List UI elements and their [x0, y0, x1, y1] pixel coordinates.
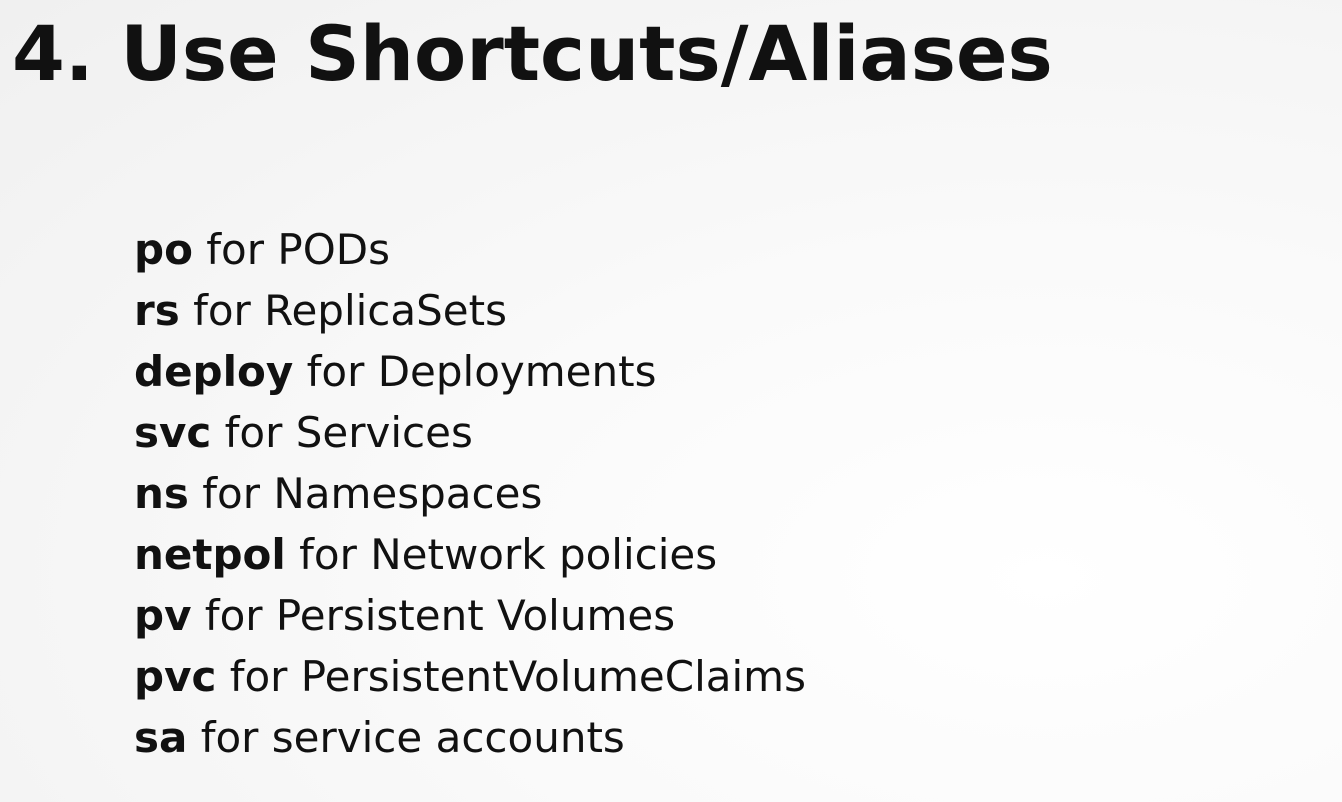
alias-description: for Namespaces [188, 469, 543, 518]
alias-item-pv: pv for Persistent Volumes [134, 585, 806, 646]
alias-short: ns [134, 469, 189, 518]
alias-description: for Network policies [285, 530, 718, 579]
alias-item-deploy: deploy for Deployments [134, 341, 806, 402]
alias-description: for PODs [192, 225, 390, 274]
alias-item-netpol: netpol for Network policies [134, 524, 806, 585]
alias-short: deploy [134, 347, 294, 396]
alias-description: for ReplicaSets [179, 286, 507, 335]
slide: 4. Use Shortcuts/Aliases po for PODs rs … [0, 0, 1342, 802]
alias-description: for service accounts [187, 713, 625, 762]
alias-item-svc: svc for Services [134, 402, 806, 463]
alias-list: po for PODs rs for ReplicaSets deploy fo… [134, 219, 806, 768]
alias-item-rs: rs for ReplicaSets [134, 280, 806, 341]
alias-item-sa: sa for service accounts [134, 707, 806, 768]
alias-description: for PersistentVolumeClaims [216, 652, 806, 701]
alias-description: for Services [211, 408, 473, 457]
alias-item-po: po for PODs [134, 219, 806, 280]
alias-short: netpol [134, 530, 286, 579]
alias-item-ns: ns for Namespaces [134, 463, 806, 524]
alias-item-pvc: pvc for PersistentVolumeClaims [134, 646, 806, 707]
alias-short: po [134, 225, 193, 274]
slide-title: 4. Use Shortcuts/Aliases [12, 9, 1053, 98]
alias-short: pvc [134, 652, 217, 701]
alias-description: for Persistent Volumes [191, 591, 676, 640]
alias-short: rs [134, 286, 180, 335]
alias-short: pv [134, 591, 192, 640]
alias-description: for Deployments [293, 347, 657, 396]
alias-short: svc [134, 408, 212, 457]
alias-short: sa [134, 713, 188, 762]
